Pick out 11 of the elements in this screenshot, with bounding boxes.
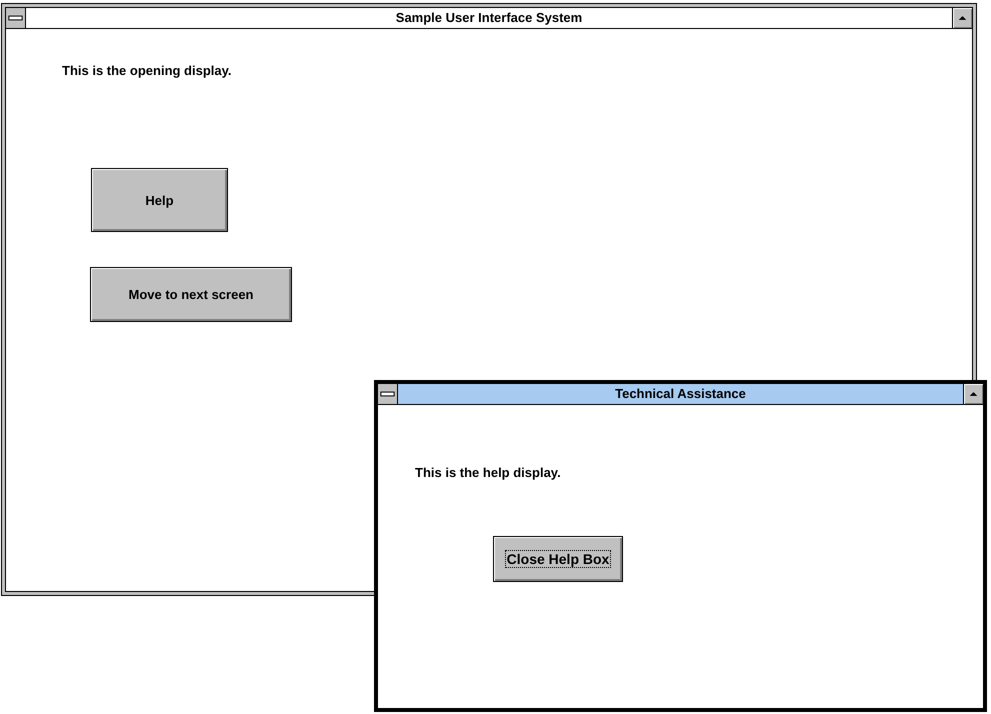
system-menu-icon[interactable]: [378, 384, 398, 404]
push-button[interactable]: Close Help Box: [493, 536, 623, 582]
maximize-icon[interactable]: [952, 8, 972, 28]
window-title: Technical Assistance: [614, 385, 747, 403]
push-button[interactable]: Move to next screen: [90, 267, 292, 322]
maximize-icon[interactable]: [963, 384, 983, 404]
message-text: This is the help display.: [415, 465, 561, 480]
system-menu-icon[interactable]: [6, 8, 26, 28]
push-button[interactable]: Help: [91, 168, 228, 232]
message-text: This is the opening display.: [62, 63, 232, 78]
window-title: Sample User Interface System: [394, 9, 584, 27]
